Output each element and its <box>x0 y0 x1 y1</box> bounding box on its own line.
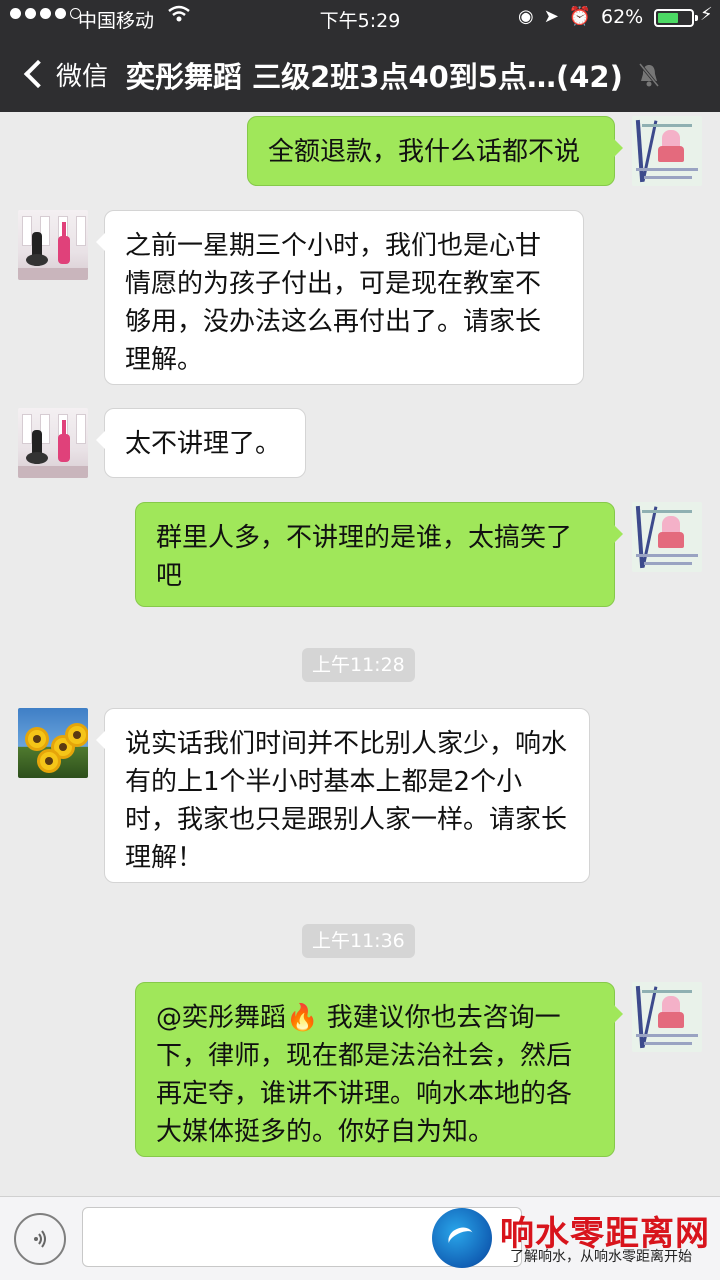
mute-bell-icon <box>638 63 660 87</box>
watermark-logo-icon <box>432 1208 492 1268</box>
charging-icon: ⚡ <box>700 4 713 25</box>
watermark-slogan: 了解响水，从响水零距离开始 <box>510 1249 692 1265</box>
message-bubble[interactable]: @奕彤舞蹈🔥 我建议你也去咨询一下，律师，现在都是法治社会，然后再定夺，谁讲不讲… <box>135 982 623 1157</box>
top-bar: 中国移动 下午5:29 ◉➤⏰ 62% ⚡ 微信 奕彤舞蹈 三级2班3点40到5… <box>0 0 720 112</box>
chevron-left-icon <box>23 59 53 89</box>
voice-icon <box>34 1230 46 1248</box>
message-bubble[interactable]: 全额退款，我什么话都不说 <box>247 116 623 186</box>
alarm-icon: ⏰ <box>568 6 602 27</box>
timestamp: 上午11:28 <box>302 648 415 682</box>
back-button[interactable]: 微信 <box>20 52 108 96</box>
battery-icon <box>654 9 698 27</box>
timestamp: 上午11:36 <box>302 924 415 958</box>
status-icons: ◉➤⏰ <box>518 6 601 27</box>
message-bubble[interactable]: 之前一星期三个小时，我们也是心甘情愿的为孩子付出，可是现在教室不够用，没办法这么… <box>96 210 584 385</box>
status-bar: 中国移动 下午5:29 ◉➤⏰ 62% ⚡ <box>0 0 720 36</box>
sunflowers-avatar[interactable] <box>18 708 88 778</box>
location-icon: ➤ <box>543 6 569 27</box>
chat-title: 奕彤舞蹈 三级2班3点40到5点…(42) <box>126 60 623 94</box>
ballet-dancers-avatar[interactable] <box>18 408 88 478</box>
peppa-pig-avatar[interactable] <box>632 116 702 186</box>
ballet-dancers-avatar[interactable] <box>18 210 88 280</box>
voice-input-button[interactable] <box>14 1213 66 1265</box>
nav-bar: 微信 奕彤舞蹈 三级2班3点40到5点…(42) <box>0 40 720 108</box>
battery-percent: 62% <box>601 6 644 28</box>
message-bubble[interactable]: 太不讲理了。 <box>96 408 306 478</box>
message-bubble[interactable]: 说实话我们时间并不比别人家少，响水有的上1个半小时基本上都是2个小时，我家也只是… <box>96 708 590 883</box>
rotation-lock-icon: ◉ <box>518 6 544 27</box>
peppa-pig-avatar[interactable] <box>632 982 702 1052</box>
back-label: 微信 <box>56 61 109 92</box>
peppa-pig-avatar[interactable] <box>632 502 702 572</box>
message-bubble[interactable]: 群里人多，不讲理的是谁，太搞笑了吧 <box>135 502 623 607</box>
battery-fill <box>658 13 678 23</box>
